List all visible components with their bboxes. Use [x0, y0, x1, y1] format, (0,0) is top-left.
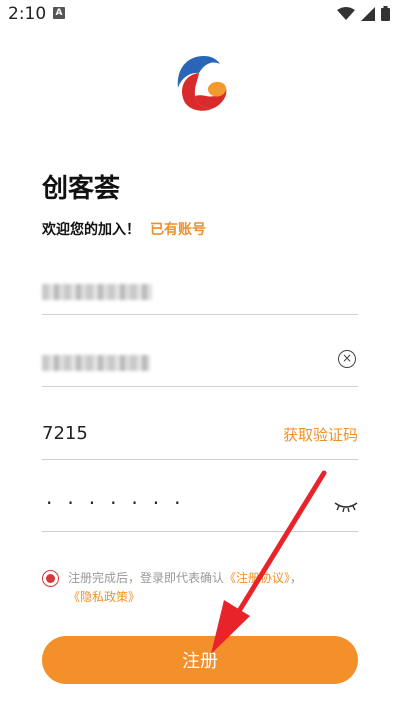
- agreement-separator: ，: [290, 571, 303, 585]
- phone-blurred-value: [42, 284, 152, 300]
- agree-radio[interactable]: [42, 570, 59, 587]
- register-button[interactable]: 注册: [42, 636, 358, 684]
- welcome-text: 欢迎您的加入！: [42, 222, 140, 238]
- app-title: 创客荟: [42, 174, 121, 204]
- notification-icon: A: [53, 7, 65, 19]
- verify-code-value: 7215: [42, 423, 88, 444]
- status-time: 2:10: [8, 4, 47, 24]
- has-account-link[interactable]: 已有账号: [150, 219, 206, 239]
- agreement-text: 注册完成后，登录即代表确认《注册协议》， 《隐私政策》: [68, 569, 363, 607]
- get-code-button[interactable]: 获取验证码: [283, 424, 358, 445]
- password-value: ·······: [46, 491, 196, 515]
- status-bar: 2:10 A: [0, 0, 400, 28]
- eye-closed-icon[interactable]: [334, 501, 358, 513]
- privacy-policy-link[interactable]: 《隐私政策》: [68, 590, 140, 604]
- app-logo: [177, 56, 227, 111]
- agree-radio-dot: [46, 574, 55, 583]
- agreement-prefix: 注册完成后，登录即代表确认: [68, 571, 225, 585]
- clear-icon[interactable]: ×: [338, 350, 356, 368]
- status-icons: [337, 6, 390, 21]
- signal-icon: [361, 6, 375, 21]
- battery-icon: [381, 6, 390, 21]
- wifi-icon: [337, 6, 355, 20]
- account-blurred-value: [42, 355, 150, 371]
- password-field[interactable]: ·······: [42, 483, 358, 532]
- account-field[interactable]: ×: [42, 338, 358, 387]
- user-agreement-link[interactable]: 《注册协议》: [224, 571, 290, 585]
- phone-field[interactable]: [42, 266, 358, 315]
- verify-code-field[interactable]: 7215 获取验证码: [42, 411, 358, 460]
